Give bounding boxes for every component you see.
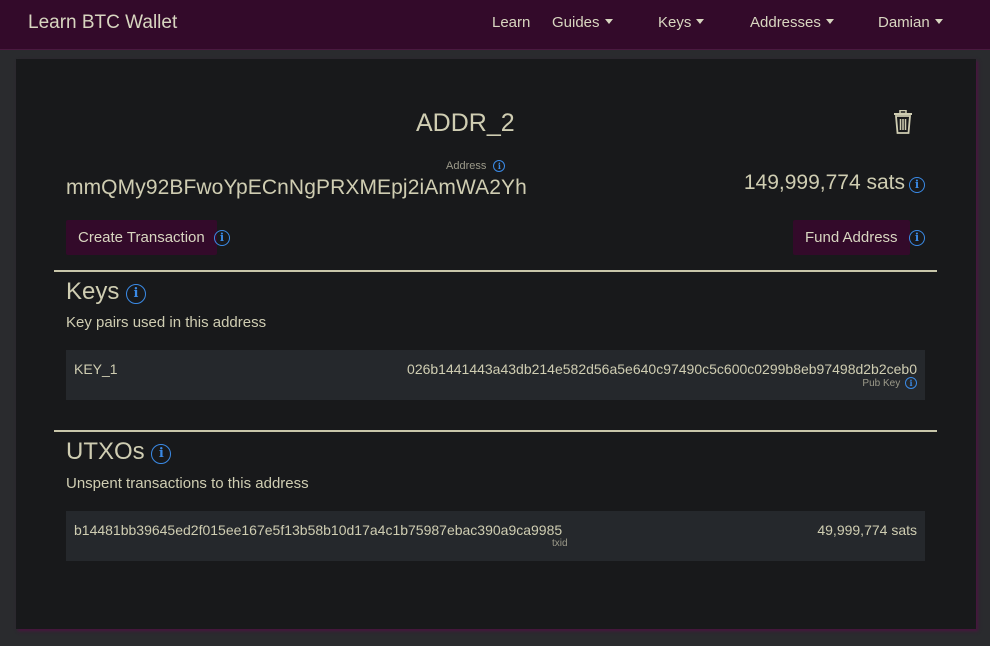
key-name: KEY_1 [74, 361, 118, 377]
caret-down-icon [696, 19, 705, 24]
nav-learn-label: Learn [492, 14, 531, 31]
address-value: mmQMy92BFwoYpECnNgPRXMEpj2iAmWA2Yh [66, 176, 527, 199]
info-icon[interactable]: i [151, 444, 172, 464]
nav-keys-label: Keys [658, 14, 692, 31]
keys-heading: Keys i [66, 278, 147, 306]
nav-guides-label: Guides [552, 14, 600, 31]
keys-heading-text: Keys [66, 278, 120, 305]
info-icon[interactable]: i [214, 230, 230, 246]
utxo-txid: b14481bb39645ed2f015ee167e5f13b58b10d17a… [74, 522, 563, 538]
trash-icon[interactable] [892, 110, 914, 134]
info-icon[interactable]: i [905, 377, 917, 389]
utxos-heading-text: UTXOs [66, 438, 145, 465]
utxo-amount: 49,999,774 sats [817, 522, 917, 538]
caret-down-icon [604, 19, 613, 24]
key-pubkey: 026b1441443a43db214e582d56a5e640c97490c5… [407, 361, 917, 377]
info-icon[interactable]: i [493, 160, 506, 172]
txid-label: txid [552, 538, 568, 549]
nav-addresses-label: Addresses [750, 14, 821, 31]
info-icon[interactable]: i [126, 284, 147, 304]
address-title: ADDR_2 [416, 109, 515, 137]
utxos-subtitle: Unspent transactions to this address [66, 475, 309, 492]
fund-address-button[interactable]: Fund Address [793, 220, 910, 255]
info-icon[interactable]: i [909, 177, 925, 193]
nav-learn[interactable]: Learn [492, 14, 530, 31]
nav-user-dropdown[interactable]: Damian [878, 14, 943, 31]
address-card: ADDR_2 Address i mmQMy92BFwoYpECnNgPRXME… [16, 59, 976, 629]
key-row[interactable]: KEY_1 026b1441443a43db214e582d56a5e640c9… [66, 350, 925, 400]
caret-down-icon [934, 19, 943, 24]
info-icon[interactable]: i [909, 230, 925, 246]
address-balance: 149,999,774 sats [743, 171, 905, 194]
address-label-text: Address [446, 160, 487, 172]
brand-link[interactable]: Learn BTC Wallet [28, 12, 177, 34]
pubkey-label: Pub Key i [862, 377, 917, 389]
keys-subtitle: Key pairs used in this address [66, 314, 267, 331]
nav-addresses-dropdown[interactable]: Addresses [750, 14, 834, 31]
nav-guides-dropdown[interactable]: Guides [552, 14, 613, 31]
divider [54, 430, 937, 432]
address-label: Address i [446, 160, 506, 172]
pubkey-label-text: Pub Key [862, 378, 901, 389]
navbar: Learn BTC Wallet Learn Guides Keys Addre… [0, 0, 990, 50]
utxos-heading: UTXOs i [66, 438, 172, 466]
nav-keys-dropdown[interactable]: Keys [658, 14, 705, 31]
create-transaction-button[interactable]: Create Transaction [66, 220, 217, 255]
caret-down-icon [825, 19, 834, 24]
nav-user-label: Damian [878, 14, 930, 31]
divider [54, 270, 937, 272]
utxo-row[interactable]: b14481bb39645ed2f015ee167e5f13b58b10d17a… [66, 511, 925, 561]
